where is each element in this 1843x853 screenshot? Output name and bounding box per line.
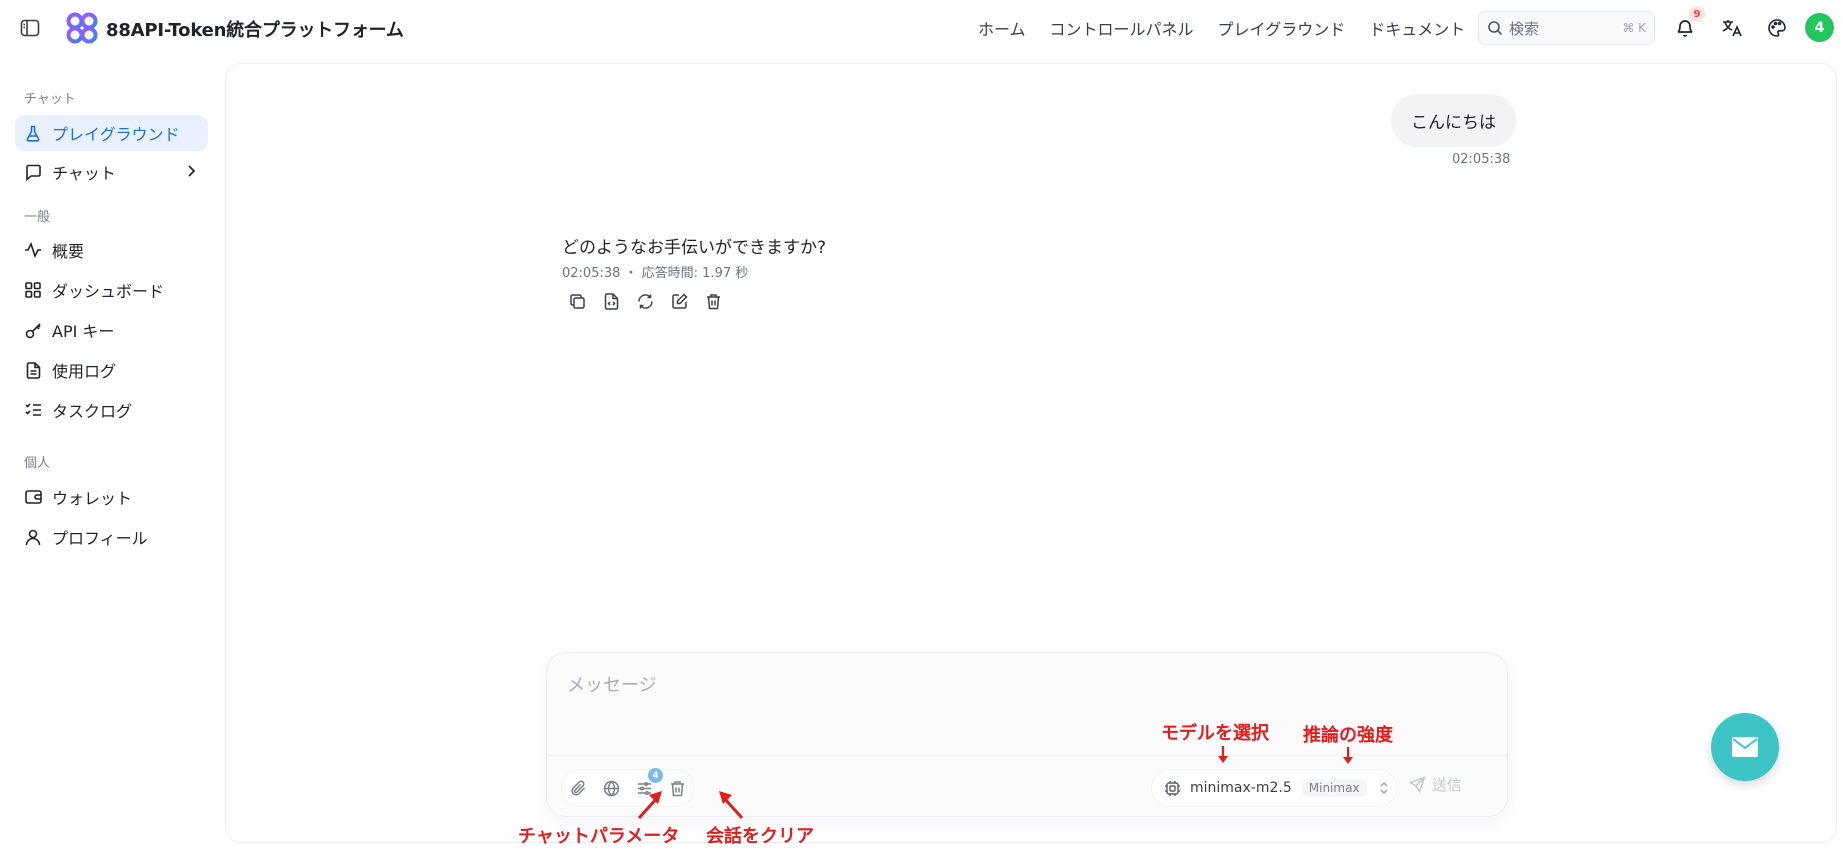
send-label: 送信 [1432, 776, 1463, 794]
top-header: 88API-Token統合プラットフォーム ホーム コントロールパネル プレイグ… [0, 0, 1843, 56]
attach-icon[interactable] [568, 778, 588, 798]
sidebar-toggle-icon[interactable] [19, 17, 41, 39]
sidebar-item-label: 概要 [52, 242, 85, 261]
sidebar-item-overview[interactable]: 概要 [15, 232, 208, 268]
assistant-message-meta: 02:05:38 ・ 応答時間: 1.97 秒 [562, 266, 749, 281]
sidebar-section-chat: チャット [24, 92, 76, 107]
sidebar-item-label: タスクログ [52, 402, 133, 421]
annotation-reasoning-strength: 推論の強度 [1303, 725, 1393, 746]
model-selector[interactable]: minimax-m2.5 Minimax [1151, 769, 1397, 807]
nav-docs[interactable]: ドキュメント [1369, 16, 1465, 40]
sidebar-item-profile[interactable]: プロフィール [15, 519, 208, 555]
sidebar-item-dashboard[interactable]: ダッシュボード [15, 272, 208, 308]
chip-icon [1164, 780, 1181, 797]
annotation-model-select: モデルを選択 [1161, 723, 1269, 744]
message-square-icon [24, 163, 42, 181]
wallet-icon [24, 488, 42, 506]
sidebar-item-api-keys[interactable]: API キー [15, 312, 208, 348]
clear-chat-button[interactable] [667, 778, 687, 798]
sidebar-item-usage-logs[interactable]: 使用ログ [15, 352, 208, 388]
annotation-chat-params: チャットパラメータ [518, 826, 680, 847]
activity-icon [24, 241, 42, 259]
sidebar-item-wallet[interactable]: ウォレット [15, 479, 208, 515]
sidebar-item-label: プロフィール [52, 529, 148, 548]
refresh-icon[interactable] [635, 291, 655, 311]
trash-icon[interactable] [703, 291, 723, 311]
model-name: minimax-m2.5 [1190, 780, 1292, 796]
key-icon [24, 321, 42, 339]
notification-badge: 9 [1689, 6, 1705, 22]
model-provider-tag[interactable]: Minimax [1301, 779, 1367, 797]
chevron-up-down-icon[interactable] [1379, 781, 1389, 795]
sidebar-item-label: API キー [52, 322, 115, 341]
annotation-clear-chat: 会話をクリア [706, 826, 814, 847]
translate-icon[interactable] [1719, 15, 1745, 41]
avatar[interactable]: 4 [1805, 13, 1834, 42]
sidebar: チャット プレイグラウンド チャット 一般 概要 ダッシュボード API キー [0, 56, 224, 853]
copy-icon[interactable] [567, 291, 587, 311]
trash-icon [670, 780, 684, 796]
sidebar-item-label: ウォレット [52, 489, 133, 508]
flask-icon [24, 124, 42, 142]
top-nav: ホーム コントロールパネル プレイグラウンド ドキュメント [978, 16, 1489, 40]
sidebar-item-label: 使用ログ [52, 362, 117, 381]
search-placeholder: 検索 [1509, 19, 1540, 38]
annotation-arrow-up-right [637, 791, 662, 820]
annotation-arrow-down [1218, 746, 1228, 763]
nav-home[interactable]: ホーム [978, 16, 1026, 40]
search-input[interactable]: 検索 ⌘ K [1478, 11, 1655, 45]
file-text-icon [24, 361, 42, 379]
palette-icon[interactable] [1764, 15, 1790, 41]
composer-divider [547, 755, 1507, 756]
sidebar-item-task-logs[interactable]: タスクログ [15, 392, 208, 428]
params-count-badge: 4 [648, 768, 663, 783]
annotation-arrow-down [1343, 747, 1353, 764]
brand-name[interactable]: 88API-Token統合プラットフォーム [106, 16, 404, 42]
sidebar-section-personal: 個人 [24, 456, 51, 471]
user-icon [24, 528, 42, 546]
mail-icon [1732, 737, 1758, 757]
send-button[interactable]: 送信 [1409, 774, 1462, 795]
search-icon [1487, 20, 1503, 36]
annotation-arrow-up-left [719, 791, 744, 820]
code-file-icon[interactable] [601, 291, 621, 311]
sidebar-item-playground[interactable]: プレイグラウンド [15, 115, 208, 151]
search-shortcut: ⌘ K [1622, 21, 1646, 35]
globe-icon[interactable] [601, 778, 621, 798]
nav-control-panel[interactable]: コントロールパネル [1050, 16, 1194, 40]
contact-fab[interactable] [1711, 713, 1779, 781]
sidebar-item-label: チャット [52, 164, 116, 183]
composer-tools: 4 [561, 768, 694, 807]
assistant-message: どのようなお手伝いができますか? [562, 238, 827, 258]
assistant-actions [567, 291, 723, 311]
user-message-time: 02:05:38 [1452, 152, 1511, 167]
send-icon [1409, 776, 1426, 793]
brand-logo[interactable] [66, 12, 98, 44]
grid-icon [24, 281, 42, 299]
sidebar-item-label: プレイグラウンド [52, 125, 180, 144]
chevron-right-icon [186, 164, 196, 178]
nav-playground[interactable]: プレイグラウンド [1218, 16, 1346, 40]
list-checks-icon [24, 401, 42, 419]
user-message: こんにちは [1391, 94, 1516, 147]
sidebar-section-general: 一般 [24, 210, 51, 225]
edit-icon[interactable] [669, 291, 689, 311]
sidebar-item-label: ダッシュボード [52, 282, 165, 301]
sidebar-item-chat[interactable]: チャット [15, 154, 208, 190]
